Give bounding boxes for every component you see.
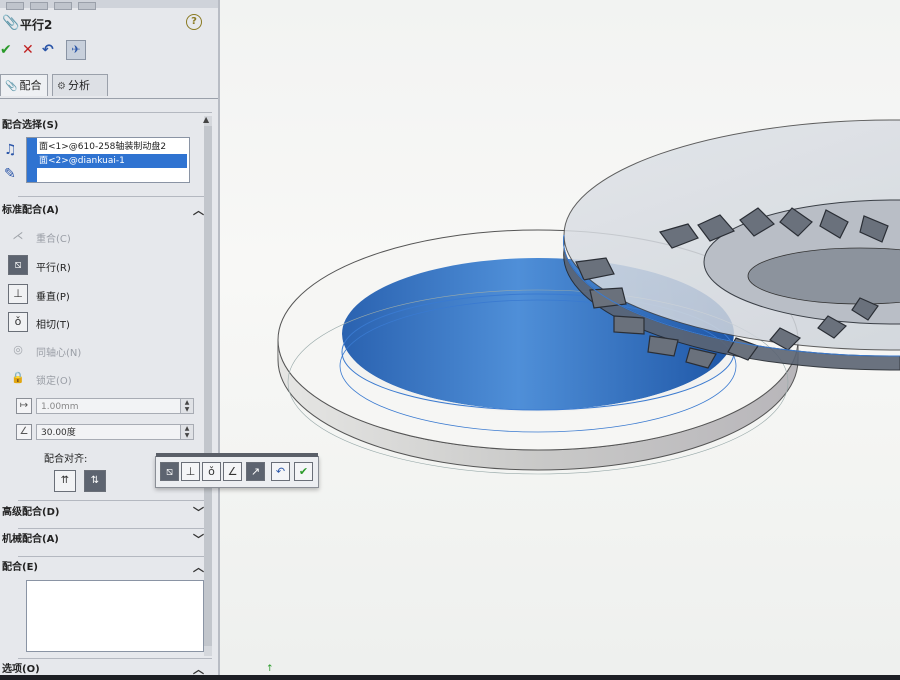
chevron-down-icon[interactable]: ﹀ [193, 530, 204, 550]
section-advanced-mates-label: 高级配合(D) [2, 507, 60, 518]
mate-perpendicular-label: 垂直(P) [36, 292, 70, 303]
popup-tangent-button[interactable]: ǒ [202, 462, 221, 481]
tab-analysis[interactable]: ⚙ 分析 [52, 74, 108, 96]
popup-undo-button[interactable]: ↶ [271, 462, 290, 481]
section-mechanical-mates[interactable]: 机械配合(A) ﹀ [0, 530, 212, 550]
section-mate-selections-label: 配合选择(S) [2, 120, 59, 131]
section-mate-selections[interactable]: 配合选择(S) [0, 116, 212, 136]
mate-lock-label: 锁定(O) [36, 376, 72, 387]
popup-toolbar-grip[interactable] [156, 453, 318, 457]
chevron-up-icon[interactable]: ︿ [193, 201, 204, 221]
concentric-icon: ◎ [13, 343, 23, 356]
mate-concentric-label: 同轴心(N) [36, 348, 82, 359]
model-view [277, 119, 900, 475]
graphics-viewport[interactable] [220, 0, 900, 675]
divider [18, 556, 212, 557]
mate-parallel[interactable]: ⧅ 平行(R) [8, 255, 198, 277]
mate-perpendicular[interactable]: ⊥ 垂直(P) [8, 284, 198, 306]
feature-title: 平行2 [20, 18, 53, 32]
brake-disc-part[interactable] [563, 119, 900, 371]
section-standard-mates[interactable]: 标准配合(A) ︿ [0, 201, 212, 221]
lock-icon: 🔒 [11, 371, 25, 384]
selection-item[interactable]: 面<2>@diankuai-1 [37, 154, 187, 168]
section-standard-mates-label: 标准配合(A) [2, 205, 59, 216]
panel-top-tabs[interactable] [0, 0, 218, 10]
mate-concentric[interactable]: ◎ 同轴心(N) [8, 340, 198, 362]
pin-button[interactable]: ✈ [66, 40, 86, 60]
action-buttons: ✔ ✕ ↶ ✈ [0, 40, 120, 62]
section-mates[interactable]: 配合(E) ︿ [0, 558, 212, 578]
chevron-up-icon[interactable]: ︿ [193, 558, 204, 578]
distance-icon: ↦ [16, 398, 32, 414]
mate-coincident-label: 重合(C) [36, 234, 71, 245]
parallel-icon: ⧅ [8, 255, 28, 275]
undo-button[interactable]: ↶ [42, 42, 54, 58]
panel-tabs: 📎 配合 ⚙ 分析 [0, 72, 218, 99]
popup-parallel-button[interactable]: ⧅ [160, 462, 179, 481]
angle-spinner[interactable]: ▲ ▼ [180, 425, 193, 439]
mate-coincident[interactable]: ⋌ 重合(C) [8, 226, 198, 248]
angle-icon: ∠ [16, 424, 32, 440]
angle-field[interactable]: 30.00度 ▲ ▼ [36, 424, 194, 440]
help-icon[interactable]: ? [186, 14, 202, 30]
coincident-icon: ⋌ [12, 229, 24, 242]
divider [18, 112, 212, 113]
section-advanced-mates[interactable]: 高级配合(D) ﹀ [0, 503, 212, 523]
tab-mates-label: 配合 [19, 79, 42, 92]
mate-tangent-label: 相切(T) [36, 320, 70, 331]
mate-popup-toolbar: ⧅ ⊥ ǒ ∠ ↗ ↶ ✔ [155, 453, 319, 488]
section-options[interactable]: 选项(O) ︿ [0, 660, 212, 680]
popup-angle-button[interactable]: ∠ [223, 462, 242, 481]
selection-list-bar [27, 138, 37, 182]
aligned-button[interactable]: ⇈ [54, 470, 76, 492]
paperclip-icon: 📎 [5, 81, 18, 92]
panel-scrollbar[interactable]: ▲ [203, 115, 212, 656]
popup-ok-button[interactable]: ✔ [294, 462, 313, 481]
section-options-label: 选项(O) [2, 664, 40, 675]
analysis-icon: ⚙ [57, 81, 66, 92]
distance-spinner[interactable]: ▲ ▼ [180, 399, 193, 413]
section-mates-label: 配合(E) [2, 562, 38, 573]
tab-mates[interactable]: 📎 配合 [0, 74, 48, 96]
view-triad-icon: ↑ [266, 664, 274, 674]
divider [18, 196, 212, 197]
mates-list-box[interactable] [26, 580, 204, 652]
cancel-button[interactable]: ✕ [22, 42, 34, 58]
divider [18, 528, 212, 529]
mate-selection-list[interactable]: 面<1>@610-258轴装制动盘2 面<2>@diankuai-1 [26, 137, 190, 183]
section-mechanical-mates-label: 机械配合(A) [2, 534, 59, 545]
divider [18, 658, 212, 659]
tab-analysis-label: 分析 [67, 79, 90, 92]
popup-perpendicular-button[interactable]: ⊥ [181, 462, 200, 481]
scroll-up-icon[interactable]: ▲ [203, 115, 209, 124]
feature-title-row: 📎 平行2 ? [0, 14, 210, 34]
angle-value: 30.00度 [41, 428, 76, 438]
property-manager-panel: 📎 平行2 ? ✔ ✕ ↶ ✈ 📎 配合 ⚙ 分析 配合选择(S) ♫ ✎ 面<1>… [0, 0, 220, 676]
distance-value: 1.00mm [41, 402, 79, 412]
distance-field[interactable]: 1.00mm ▲ ▼ [36, 398, 194, 414]
divider [18, 500, 212, 501]
anti-aligned-button[interactable]: ⇅ [84, 470, 106, 492]
mate-lock[interactable]: 🔒 锁定(O) [8, 368, 198, 390]
perpendicular-icon: ⊥ [8, 284, 28, 304]
selection-item[interactable]: 面<1>@610-258轴装制动盘2 [37, 140, 187, 154]
selection-icon: ♫ [4, 142, 17, 158]
chevron-up-icon[interactable]: ︿ [193, 660, 204, 680]
scrollbar-thumb[interactable] [204, 126, 212, 646]
alignment-label: 配合对齐: [44, 454, 88, 465]
mate-icon: 📎 [2, 15, 20, 31]
selection-filter-icon[interactable]: ✎ [4, 166, 16, 182]
popup-flip-button[interactable]: ↗ [246, 462, 265, 481]
chevron-down-icon[interactable]: ﹀ [193, 503, 204, 523]
tangent-icon: ǒ [8, 312, 28, 332]
mate-tangent[interactable]: ǒ 相切(T) [8, 312, 198, 334]
ok-button[interactable]: ✔ [0, 42, 12, 58]
mate-parallel-label: 平行(R) [36, 263, 71, 274]
